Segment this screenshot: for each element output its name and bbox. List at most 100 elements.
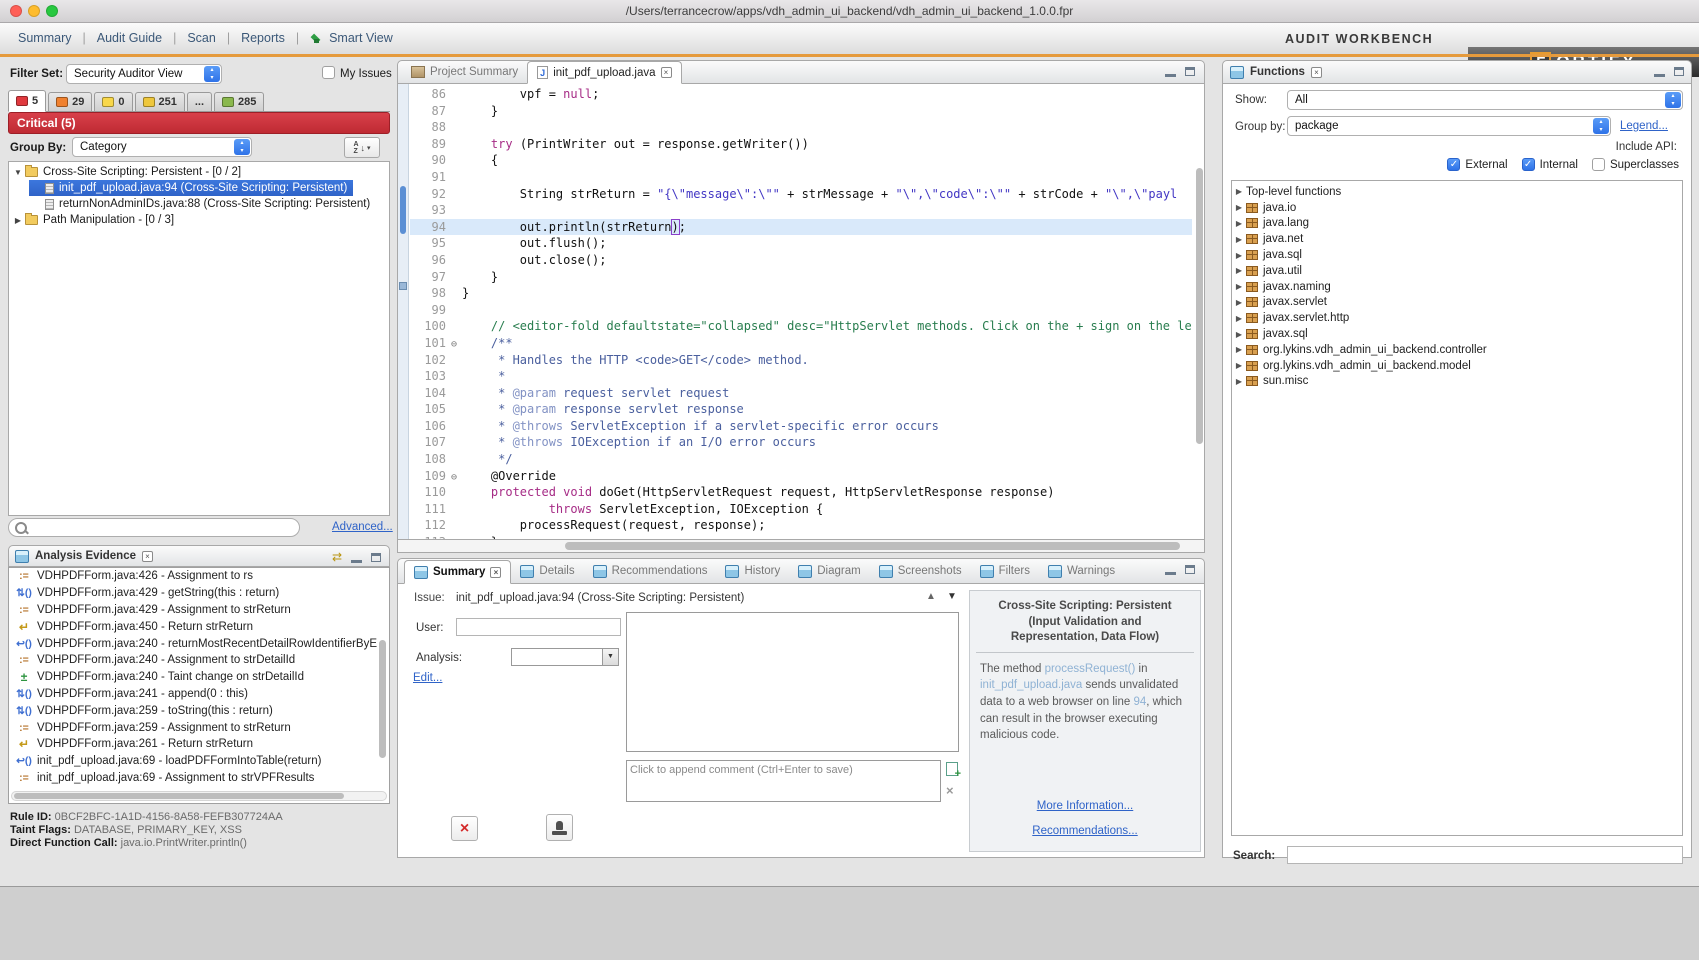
- code-line[interactable]: 99: [410, 302, 1192, 319]
- tab-summary[interactable]: Summary×: [404, 560, 511, 584]
- advanced-link[interactable]: Advanced...: [332, 521, 393, 533]
- append-comment-input[interactable]: [626, 760, 941, 802]
- code-editor[interactable]: 86 vpf = null;87 }8889 try (PrintWriter …: [397, 84, 1205, 539]
- clear-comment-icon[interactable]: ×: [946, 784, 954, 797]
- minimize-panel-icon[interactable]: [1165, 66, 1176, 77]
- expand-icon[interactable]: ▶: [1232, 361, 1246, 370]
- evidence-vertical-scrollbar[interactable]: [379, 640, 386, 758]
- menu-item-audit-guide[interactable]: Audit Guide: [97, 31, 162, 45]
- severity-tab-0[interactable]: 0: [94, 92, 132, 111]
- expand-icon[interactable]: ▶: [11, 216, 25, 225]
- suppress-issue-button[interactable]: ×: [451, 816, 478, 841]
- close-icon[interactable]: ×: [490, 567, 501, 578]
- evidence-item[interactable]: ↵VDHPDFForm.java:450 - Return strReturn: [11, 618, 377, 635]
- evidence-item[interactable]: ⇅()VDHPDFForm.java:429 - getString(this …: [11, 585, 377, 602]
- tab-filters[interactable]: Filters: [971, 559, 1039, 583]
- code-line[interactable]: 101⊖ /**: [410, 335, 1192, 352]
- collapse-icon[interactable]: ▼: [11, 168, 25, 177]
- maximize-panel-icon[interactable]: [1185, 565, 1195, 574]
- evidence-horizontal-scrollbar[interactable]: [14, 793, 344, 799]
- evidence-item[interactable]: ↩()init_pdf_upload.java:69 - loadPDFForm…: [11, 753, 377, 770]
- code-line[interactable]: 90 {: [410, 152, 1192, 169]
- maximize-panel-icon[interactable]: [371, 553, 381, 562]
- previous-issue-icon[interactable]: ▲: [926, 591, 936, 602]
- evidence-item[interactable]: :=VDHPDFForm.java:240 - Assignment to st…: [11, 652, 377, 669]
- package-row[interactable]: ▶org.lykins.vdh_admin_ui_backend.control…: [1232, 342, 1682, 358]
- tab-diagram[interactable]: Diagram: [789, 559, 869, 583]
- package-row[interactable]: ▶javax.sql: [1232, 326, 1682, 342]
- evidence-item[interactable]: :=VDHPDFForm.java:426 - Assignment to rs: [11, 568, 377, 585]
- evidence-item[interactable]: :=VDHPDFForm.java:429 - Assignment to st…: [11, 602, 377, 619]
- severity-tab-[interactable]: ...: [187, 92, 212, 111]
- severity-tab-5[interactable]: 5: [8, 90, 46, 112]
- close-icon[interactable]: ×: [1311, 67, 1322, 78]
- maximize-panel-icon[interactable]: [1185, 67, 1195, 76]
- code-line[interactable]: 94 out.println(strReturn);: [410, 219, 1192, 236]
- code-line[interactable]: 103 *: [410, 368, 1192, 385]
- evidence-item[interactable]: ↩()VDHPDFForm.java:240 - returnMostRecen…: [11, 635, 377, 652]
- analysis-dropdown[interactable]: ▼: [511, 648, 619, 666]
- trace-route-icon[interactable]: ⇄: [332, 551, 342, 563]
- package-row[interactable]: ▶javax.naming: [1232, 279, 1682, 295]
- expand-icon[interactable]: ▶: [1232, 330, 1246, 339]
- expand-icon[interactable]: ▶: [1232, 251, 1246, 260]
- expand-icon[interactable]: ▶: [1232, 266, 1246, 275]
- package-row[interactable]: ▶org.lykins.vdh_admin_ui_backend.model: [1232, 358, 1682, 374]
- editor-horizontal-scrollbar[interactable]: [565, 542, 1180, 550]
- show-dropdown[interactable]: All ▴▾: [1287, 90, 1683, 110]
- menu-item-smart-view[interactable]: Smart View: [310, 31, 393, 45]
- checkbox-external[interactable]: ✓External: [1447, 158, 1507, 171]
- code-line[interactable]: 98}: [410, 285, 1192, 302]
- expand-icon[interactable]: ▶: [1232, 377, 1246, 386]
- evidence-item[interactable]: ↵VDHPDFForm.java:261 - Return strReturn: [11, 736, 377, 753]
- expand-icon[interactable]: ▶: [1232, 203, 1246, 212]
- evidence-item[interactable]: ⇅()VDHPDFForm.java:241 - append(0 : this…: [11, 686, 377, 703]
- code-line[interactable]: 93: [410, 202, 1192, 219]
- code-line[interactable]: 87 }: [410, 103, 1192, 120]
- minimize-panel-icon[interactable]: [351, 552, 362, 563]
- code-line[interactable]: 105 * @param response servlet response: [410, 401, 1192, 418]
- code-line[interactable]: 112 processRequest(request, response);: [410, 517, 1192, 534]
- code-line[interactable]: 109⊖ @Override: [410, 468, 1192, 485]
- description-link[interactable]: init_pdf_upload.java: [980, 679, 1082, 691]
- minimize-panel-icon[interactable]: [1654, 66, 1665, 77]
- code-line[interactable]: 92 String strReturn = "{\"message\":\"" …: [410, 186, 1192, 203]
- package-row[interactable]: ▶javax.servlet.http: [1232, 310, 1682, 326]
- code-line[interactable]: 107 * @throws IOException if an I/O erro…: [410, 434, 1192, 451]
- edit-link[interactable]: Edit...: [413, 672, 442, 684]
- severity-tab-285[interactable]: 285: [214, 92, 264, 111]
- expand-icon[interactable]: ▶: [1232, 345, 1246, 354]
- package-row[interactable]: ▶javax.servlet: [1232, 295, 1682, 311]
- more-information-link[interactable]: More Information...: [1037, 800, 1134, 812]
- code-line[interactable]: 97 }: [410, 269, 1192, 286]
- code-line[interactable]: 102 * Handles the HTTP <code>GET</code> …: [410, 352, 1192, 369]
- description-link[interactable]: 94: [1133, 696, 1146, 708]
- checkbox-superclasses[interactable]: Superclasses: [1592, 158, 1679, 171]
- evidence-item[interactable]: :=init_pdf_upload.java:69 - Assignment t…: [11, 770, 377, 787]
- filter-set-dropdown[interactable]: Security Auditor View ▴▾: [66, 64, 222, 84]
- minimize-panel-icon[interactable]: [1165, 564, 1176, 575]
- package-row[interactable]: ▶java.util: [1232, 263, 1682, 279]
- package-row[interactable]: ▶java.lang: [1232, 216, 1682, 232]
- tab-recommendations[interactable]: Recommendations: [584, 559, 717, 583]
- code-line[interactable]: 88: [410, 119, 1192, 136]
- expand-icon[interactable]: ▶: [1232, 282, 1246, 291]
- tab-warnings[interactable]: Warnings: [1039, 559, 1124, 583]
- code-line[interactable]: 104 * @param request servlet request: [410, 385, 1192, 402]
- add-comment-icon[interactable]: [946, 762, 958, 776]
- stamp-button[interactable]: [546, 814, 573, 841]
- package-row[interactable]: ▶sun.misc: [1232, 374, 1682, 390]
- legend-link[interactable]: Legend...: [1620, 120, 1668, 132]
- issue-group-row[interactable]: ▼Cross-Site Scripting: Persistent - [0 /…: [11, 164, 247, 180]
- editor-tab-init-pdf-upload-java[interactable]: init_pdf_upload.java×: [527, 61, 681, 84]
- package-row[interactable]: ▶java.net: [1232, 231, 1682, 247]
- maximize-panel-icon[interactable]: [1674, 67, 1684, 76]
- bookmark-icon[interactable]: [399, 282, 407, 290]
- comment-history-box[interactable]: [626, 612, 959, 752]
- editor-tab-project-summary[interactable]: Project Summary: [402, 60, 527, 83]
- evidence-item[interactable]: :=VDHPDFForm.java:259 - Assignment to st…: [11, 719, 377, 736]
- expand-icon[interactable]: ▶: [1232, 219, 1246, 228]
- sort-button[interactable]: AZ ↓ ▾: [344, 137, 380, 158]
- issue-search-input[interactable]: [8, 518, 300, 537]
- group-by-dropdown[interactable]: Category ▴▾: [72, 137, 252, 157]
